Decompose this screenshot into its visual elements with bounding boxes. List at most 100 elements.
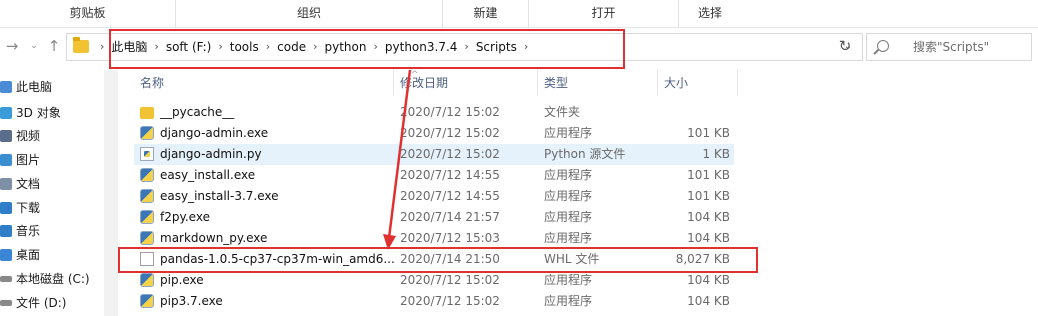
column-header-name[interactable]: 名称	[140, 72, 164, 94]
music-note-icon	[0, 225, 12, 237]
navigation-scrollbar[interactable]	[104, 70, 118, 316]
file-row-f2py-exe[interactable]: f2py.exe 2020/7/14 21:57 应用程序 104 KB	[134, 207, 734, 228]
file-date: 2020/7/12 14:55	[400, 189, 500, 203]
ribbon-group-open[interactable]: 打开	[529, 0, 679, 27]
file-row-pip37-exe[interactable]: pip3.7.exe 2020/7/12 15:02 应用程序 104 KB	[134, 291, 734, 312]
refresh-icon[interactable]: ↻	[832, 33, 858, 59]
file-size: 101 KB	[687, 189, 730, 203]
file-name: easy_install-3.7.exe	[160, 189, 279, 203]
python-exe-icon	[140, 168, 154, 182]
file-type: 应用程序	[544, 189, 593, 203]
drive-icon	[0, 276, 12, 282]
file-name: __pycache__	[160, 105, 235, 119]
ribbon-group-organize[interactable]: 组织	[176, 0, 443, 27]
file-type: 应用程序	[544, 210, 593, 224]
nav-item-label: 图片	[16, 153, 41, 167]
back-arrow-icon[interactable]: →	[2, 36, 22, 56]
drive-icon	[0, 300, 12, 306]
file-type: 应用程序	[544, 168, 593, 182]
file-size: 104 KB	[687, 210, 730, 224]
column-divider[interactable]	[537, 70, 538, 96]
nav-item-videos[interactable]: 视频	[0, 125, 40, 147]
nav-item-label: 3D 对象	[16, 106, 61, 120]
document-icon	[0, 178, 12, 190]
chevron-right-icon[interactable]: ›	[100, 34, 104, 60]
nav-item-files-d[interactable]: 文件 (D:)	[0, 292, 66, 314]
ribbon-group-clipboard[interactable]: 剪贴板	[0, 0, 176, 27]
python-exe-icon	[140, 126, 154, 140]
ribbon-group-new[interactable]: 新建	[443, 0, 529, 27]
file-date: 2020/7/12 15:02	[400, 126, 500, 140]
column-header-type[interactable]: 类型	[544, 72, 568, 94]
column-header-size[interactable]: 大小	[664, 72, 688, 94]
column-divider[interactable]	[657, 70, 658, 96]
file-date: 2020/7/12 15:03	[400, 231, 500, 245]
file-name: easy_install.exe	[160, 168, 256, 182]
file-size: 104 KB	[687, 273, 730, 287]
search-input[interactable]: 搜索"Scripts"	[866, 33, 1032, 61]
file-size: 104 KB	[687, 294, 730, 308]
file-name: django-admin.py	[160, 147, 262, 161]
file-type: 应用程序	[544, 126, 593, 140]
file-highlight-box	[118, 247, 758, 273]
download-icon	[0, 202, 12, 214]
file-size: 1 KB	[702, 147, 730, 161]
folder-icon	[140, 107, 154, 119]
file-row-markdown-py-exe[interactable]: markdown_py.exe 2020/7/12 15:03 应用程序 104…	[134, 228, 734, 249]
folder-icon	[73, 37, 89, 53]
file-name: f2py.exe	[160, 210, 210, 224]
nav-item-documents[interactable]: 文档	[0, 173, 40, 195]
nav-item-label: 文档	[16, 177, 41, 191]
file-size: 101 KB	[687, 126, 730, 140]
nav-item-3d-objects[interactable]: 3D 对象	[0, 102, 61, 124]
nav-item-music[interactable]: 音乐	[0, 220, 40, 242]
nav-item-label: 下载	[16, 201, 41, 215]
ribbon: 剪贴板 组织 新建 打开 选择	[0, 0, 1038, 28]
file-row-easy-install-exe[interactable]: easy_install.exe 2020/7/12 14:55 应用程序 10…	[134, 165, 734, 186]
nav-item-pictures[interactable]: 图片	[0, 149, 40, 171]
nav-item-label: 音乐	[16, 224, 41, 238]
file-name: markdown_py.exe	[160, 231, 268, 245]
file-type: 应用程序	[544, 294, 593, 308]
file-date: 2020/7/12 14:55	[400, 168, 500, 182]
python-exe-icon	[140, 189, 154, 203]
nav-item-label: 此电脑	[16, 80, 53, 94]
file-date: 2020/7/14 21:57	[400, 210, 500, 224]
python-file-icon	[140, 147, 154, 161]
file-name: pip.exe	[160, 273, 204, 287]
nav-item-label: 文件 (D:)	[16, 296, 67, 310]
file-row-django-admin-py[interactable]: django-admin.py 2020/7/12 15:02 Python 源…	[134, 144, 734, 165]
file-name: pip3.7.exe	[160, 294, 223, 308]
nav-item-label: 视频	[16, 129, 41, 143]
computer-icon	[0, 81, 12, 93]
python-exe-icon	[140, 294, 154, 308]
nav-item-desktop[interactable]: 桌面	[0, 244, 40, 266]
file-row-django-admin-exe[interactable]: django-admin.exe 2020/7/12 15:02 应用程序 10…	[134, 123, 734, 144]
file-type: 应用程序	[544, 231, 593, 245]
python-exe-icon	[140, 273, 154, 287]
up-arrow-icon[interactable]: ↑	[44, 36, 64, 56]
column-divider[interactable]	[393, 70, 394, 96]
file-date: 2020/7/12 15:02	[400, 294, 500, 308]
file-name: django-admin.exe	[160, 126, 269, 140]
recent-locations-chevron-icon[interactable]: ⌄	[24, 36, 44, 56]
nav-item-local-disk-c[interactable]: 本地磁盘 (C:)	[0, 268, 90, 290]
picture-icon	[0, 154, 12, 166]
column-header-date[interactable]: 修改日期	[400, 72, 448, 94]
search-icon	[877, 40, 889, 52]
desktop-icon	[0, 249, 12, 261]
address-highlight-box	[109, 29, 625, 69]
python-exe-icon	[140, 210, 154, 224]
file-row-pycache[interactable]: __pycache__ 2020/7/12 15:02 文件夹	[134, 102, 734, 123]
file-row-pip-exe[interactable]: pip.exe 2020/7/12 15:02 应用程序 104 KB	[134, 270, 734, 291]
nav-item-label: 本地磁盘 (C:)	[16, 272, 90, 286]
file-row-easy-install-37-exe[interactable]: easy_install-3.7.exe 2020/7/12 14:55 应用程…	[134, 186, 734, 207]
ribbon-group-select[interactable]: 选择	[679, 0, 741, 27]
file-type: 文件夹	[544, 105, 581, 119]
nav-item-this-pc[interactable]: 此电脑	[0, 76, 52, 98]
python-exe-icon	[140, 231, 154, 245]
nav-item-downloads[interactable]: 下载	[0, 197, 40, 219]
file-size: 104 KB	[687, 231, 730, 245]
column-divider[interactable]	[737, 70, 738, 96]
file-type: 应用程序	[544, 273, 593, 287]
